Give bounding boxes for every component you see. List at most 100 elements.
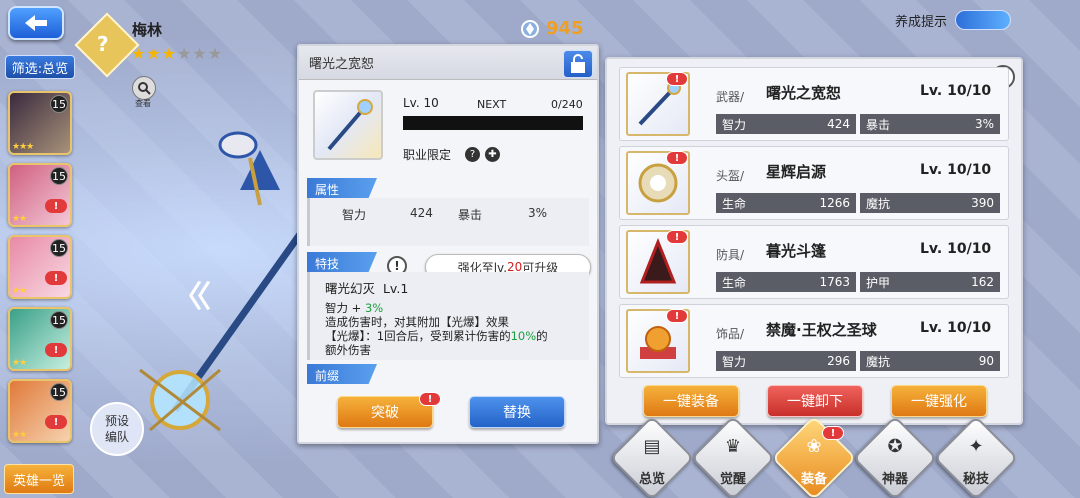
equipment-icon: ❀ — [806, 436, 822, 457]
enhance-all-button[interactable]: 一键强化 — [891, 385, 987, 417]
tab-secret-skill-label: 秘技 — [962, 472, 989, 487]
hero-card-level: 15 — [50, 311, 68, 329]
exp-bar — [403, 116, 583, 130]
stat-name: 暴击 — [866, 117, 891, 132]
equipment-panel: ? ! 武器/ 曙光之宽恕 Lv. 10/10 智力424 暴击3% ! 头盔/… — [605, 57, 1023, 425]
overview-icon: ▤ — [643, 436, 661, 457]
equip-slot-helmet[interactable]: ! 头盔/ 星辉启源 Lv. 10/10 生命 1266 魔抗 390 — [619, 146, 1009, 220]
equip-slot-weapon[interactable]: ! 武器/ 曙光之宽恕 Lv. 10/10 智力 424 暴击 3% — [619, 67, 1009, 141]
lock-button[interactable] — [563, 50, 593, 78]
equip-name: 曙光之宽恕 — [766, 84, 842, 102]
stat-name: 智力 — [722, 117, 747, 132]
equip-stat-2: 护甲 162 — [860, 272, 1000, 292]
item-level: Lv. 10 — [403, 96, 439, 110]
equip-stat-1: 生命 1266 — [716, 193, 856, 213]
attr-name: 智力 — [342, 208, 367, 222]
equip-name: 禁魔·王权之圣球 — [766, 321, 877, 339]
stat-value: 1763 — [819, 275, 850, 289]
equip-alert-badge: ! — [666, 72, 688, 86]
replace-button[interactable]: 替换 — [469, 396, 565, 428]
back-arrow-icon — [25, 15, 47, 31]
item-detail-icon — [313, 90, 383, 160]
hero-card-level: 15 — [50, 239, 68, 257]
hero-card-5[interactable]: 15 ! ★★ — [8, 379, 72, 443]
back-button[interactable] — [8, 6, 64, 40]
skill-title: 曙光幻灭 Lv.1 — [325, 278, 408, 297]
equip-level: Lv. 10/10 — [920, 241, 992, 257]
hero-card-stars: ★★ — [12, 358, 27, 368]
hero-card-alert: ! — [45, 343, 67, 357]
skill-line3-val: 10% — [510, 329, 537, 343]
attr-name: 暴击 — [458, 208, 483, 222]
crystal-icon — [521, 19, 539, 38]
preset-label-line2: 编队 — [104, 430, 129, 444]
equip-stat-1: 智力 424 — [716, 114, 856, 134]
hero-card-1[interactable]: 15 ★★★ — [8, 91, 72, 155]
equip-level: Lv. 10/10 — [920, 162, 992, 178]
training-hint-label: 养成提示 — [895, 14, 948, 30]
equip-level: Lv. 10/10 — [920, 83, 992, 99]
preset-label-line1: 预设 — [104, 414, 129, 428]
stat-value: 1266 — [819, 196, 850, 210]
equip-stat-1: 智力 296 — [716, 351, 856, 371]
next-label: NEXT — [477, 98, 507, 111]
hero-star-rating: ★★★★★★ — [131, 44, 224, 63]
skill-line3-pre: 【光爆】：1回合后，受到累计伤害的 — [325, 329, 511, 343]
hero-card-4[interactable]: 15 ! ★★ — [8, 307, 72, 371]
stat-value: 90 — [978, 354, 994, 368]
stat-name: 魔抗 — [866, 354, 891, 369]
currency-value: 945 — [546, 18, 584, 39]
equip-alert-badge: ! — [666, 230, 688, 244]
artifact-icon: ✪ — [887, 436, 903, 457]
equip-slot-accessory[interactable]: ! 饰品/ 禁魔·王权之圣球 Lv. 10/10 智力 296 魔抗 90 — [619, 304, 1009, 378]
equip-stat-2: 魔抗 390 — [860, 193, 1000, 213]
item-detail-title: 曙光之宽恕 — [299, 46, 597, 80]
hero-name: 梅林 — [132, 21, 163, 39]
equip-type: 头盔/ — [716, 169, 745, 183]
equip-stat-1: 生命 1763 — [716, 272, 856, 292]
previous-arrow-icon[interactable]: 〈〈 — [172, 272, 211, 316]
equip-all-button[interactable]: 一键装备 — [643, 385, 739, 417]
job-limit-label: 职业限定 — [403, 148, 452, 162]
tab-overview-label: 总览 — [638, 472, 665, 487]
hero-card-alert: ! — [45, 415, 67, 429]
view-hero-button[interactable] — [132, 76, 156, 100]
hero-list-button[interactable]: 英雄一览 — [4, 464, 74, 494]
class-question-icon: ? — [465, 147, 480, 162]
tab-equipment-label: 装备 — [800, 472, 827, 487]
stat-name: 生命 — [722, 275, 747, 290]
magnifier-icon — [138, 82, 151, 95]
preset-team-button[interactable]: 预设 编队 — [90, 402, 144, 456]
equip-stat-2: 魔抗 90 — [860, 351, 1000, 371]
equip-stat-2: 暴击 3% — [860, 114, 1000, 134]
stat-value: 3% — [974, 117, 994, 131]
skill-line-4: 额外伤害 — [325, 343, 371, 357]
lock-icon — [571, 54, 585, 73]
stat-name: 魔抗 — [866, 196, 891, 211]
equip-name: 星辉启源 — [766, 163, 827, 181]
class-cross-icon: ✚ — [485, 147, 500, 162]
exp-value: 0/240 — [551, 98, 583, 111]
tab-artifact-label: 神器 — [881, 472, 908, 487]
stat-value: 390 — [971, 196, 994, 210]
item-detail-panel: 曙光之宽恕 Lv. 10 NEXT 0/240 职业限定 ? ✚ 属性 智力 4… — [297, 44, 599, 444]
hero-card-alert: ! — [45, 199, 67, 213]
skill-line1-val: 3% — [364, 301, 384, 315]
skill-name: 曙光幻灭 — [325, 281, 376, 296]
hero-card-level: 15 — [50, 383, 68, 401]
hero-card-level: 15 — [50, 167, 68, 185]
hero-card-2[interactable]: 15 ! ★★ — [8, 163, 72, 227]
view-label: 查看 — [135, 99, 151, 108]
equip-type: 饰品/ — [716, 327, 745, 341]
hero-card-stars: ★★ — [12, 430, 27, 440]
awaken-icon: ♛ — [724, 436, 742, 457]
stat-value: 162 — [971, 275, 994, 289]
toggle-switch[interactable] — [955, 10, 1012, 30]
unequip-all-button[interactable]: 一键卸下 — [767, 385, 863, 417]
filter-button[interactable]: 筛选:总览 — [5, 55, 75, 79]
training-hint-toggle[interactable]: 养成提示 — [895, 10, 1012, 30]
equip-type: 防具/ — [716, 248, 745, 262]
hero-card-3[interactable]: 15 ! ★★ — [8, 235, 72, 299]
equip-slot-armor[interactable]: ! 防具/ 暮光斗篷 Lv. 10/10 生命 1763 护甲 162 — [619, 225, 1009, 299]
stat-name: 智力 — [722, 354, 747, 369]
